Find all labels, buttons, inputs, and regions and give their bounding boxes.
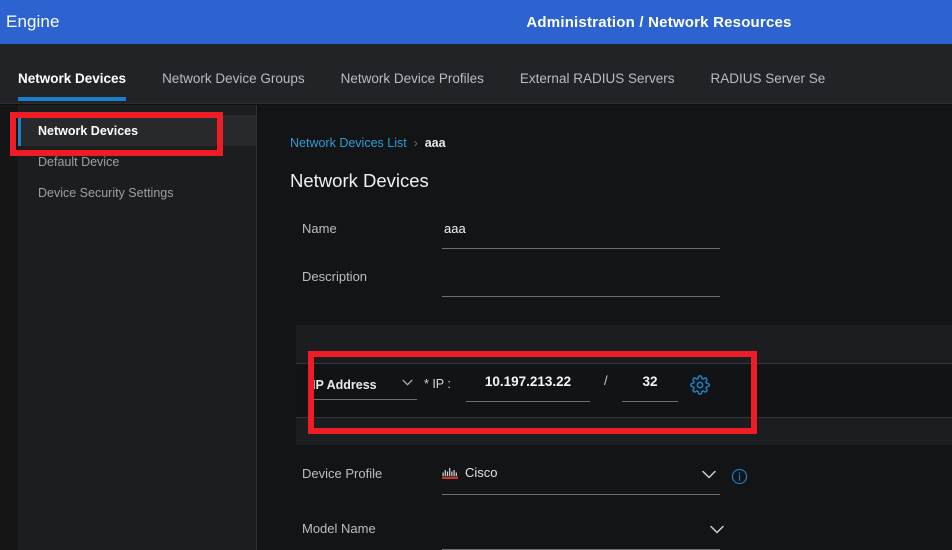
ip-required-label: * IP : bbox=[424, 377, 451, 391]
name-input[interactable]: aaa bbox=[444, 221, 466, 236]
breadcrumb: Network Devices List › aaa bbox=[290, 136, 446, 150]
tab-external-radius-servers[interactable]: External RADIUS Servers bbox=[520, 71, 675, 103]
sidebar-item-network-devices[interactable]: Network Devices bbox=[18, 115, 256, 146]
app-header: Engine Administration / Network Resource… bbox=[0, 0, 952, 44]
breadcrumb-link-network-devices-list[interactable]: Network Devices List bbox=[290, 136, 407, 150]
ip-type-select-value: IP Address bbox=[312, 378, 377, 392]
description-label: Description bbox=[302, 269, 368, 284]
tab-network-device-profiles[interactable]: Network Device Profiles bbox=[341, 71, 484, 103]
ip-address-input[interactable]: 10.197.213.22 bbox=[466, 374, 590, 402]
device-profile-label: Device Profile bbox=[302, 466, 383, 481]
page-breadcrumb-title: Administration / Network Resources bbox=[526, 13, 792, 31]
description-input-underline bbox=[442, 296, 720, 297]
gear-icon[interactable] bbox=[690, 375, 710, 395]
tab-bar: Network Devices Network Device Groups Ne… bbox=[0, 44, 952, 104]
page-title: Network Devices bbox=[290, 170, 429, 191]
device-profile-underline bbox=[442, 494, 720, 495]
tab-radius-server-sequences[interactable]: RADIUS Server Se bbox=[710, 71, 825, 103]
sidebar-item-default-device[interactable]: Default Device bbox=[18, 146, 256, 177]
model-name-label: Model Name bbox=[302, 521, 376, 536]
sidebar: Network Devices Default Device Device Se… bbox=[18, 105, 257, 550]
cisco-logo-icon bbox=[442, 468, 458, 479]
breadcrumb-separator-icon: › bbox=[413, 136, 418, 150]
tab-network-device-groups[interactable]: Network Device Groups bbox=[162, 71, 305, 103]
sidebar-item-label: Network Devices bbox=[38, 123, 139, 138]
ip-mask-input[interactable]: 32 bbox=[622, 374, 678, 402]
field-row-name: Name aaa bbox=[290, 215, 900, 249]
field-row-device-profile: Device Profile Cisco bbox=[290, 460, 900, 496]
device-profile-value: Cisco bbox=[465, 465, 498, 480]
app-brand: Engine bbox=[6, 12, 60, 31]
chevron-down-icon[interactable] bbox=[710, 525, 724, 534]
ip-mask-input-value: 32 bbox=[642, 374, 658, 389]
ip-address-row: IP Address * IP : 10.197.213.22 / 32 bbox=[296, 363, 952, 418]
sidebar-item-device-security-settings[interactable]: Device Security Settings bbox=[18, 177, 256, 208]
ip-address-input-value: 10.197.213.22 bbox=[484, 374, 572, 389]
name-label: Name bbox=[302, 221, 337, 236]
ip-type-select[interactable]: IP Address bbox=[312, 376, 417, 400]
main-content: Network Devices List › aaa Network Devic… bbox=[258, 105, 952, 550]
ip-address-input-underline bbox=[466, 401, 590, 402]
ip-type-select-underline bbox=[312, 399, 417, 400]
tab-network-devices[interactable]: Network Devices bbox=[18, 71, 127, 103]
breadcrumb-current: aaa bbox=[424, 136, 446, 150]
sidebar-top-spacer bbox=[18, 105, 256, 115]
field-row-description: Description bbox=[290, 263, 900, 297]
info-icon[interactable] bbox=[731, 468, 748, 485]
chevron-down-icon[interactable] bbox=[702, 470, 716, 479]
ip-mask-input-underline bbox=[622, 401, 678, 402]
ip-mask-separator: / bbox=[604, 373, 608, 388]
sidebar-item-label: Default Device bbox=[38, 154, 120, 169]
ip-address-panel: IP Address * IP : 10.197.213.22 / 32 bbox=[296, 325, 952, 445]
field-row-model-name: Model Name bbox=[290, 515, 900, 550]
device-profile-select[interactable]: Cisco bbox=[442, 465, 498, 480]
network-devices-page: Engine Administration / Network Resource… bbox=[0, 0, 952, 550]
name-input-underline bbox=[442, 248, 720, 249]
left-rail bbox=[0, 105, 18, 550]
chevron-down-icon bbox=[402, 379, 413, 386]
tab-list: Network Devices Network Device Groups Ne… bbox=[0, 43, 861, 103]
sidebar-item-label: Device Security Settings bbox=[38, 185, 174, 200]
